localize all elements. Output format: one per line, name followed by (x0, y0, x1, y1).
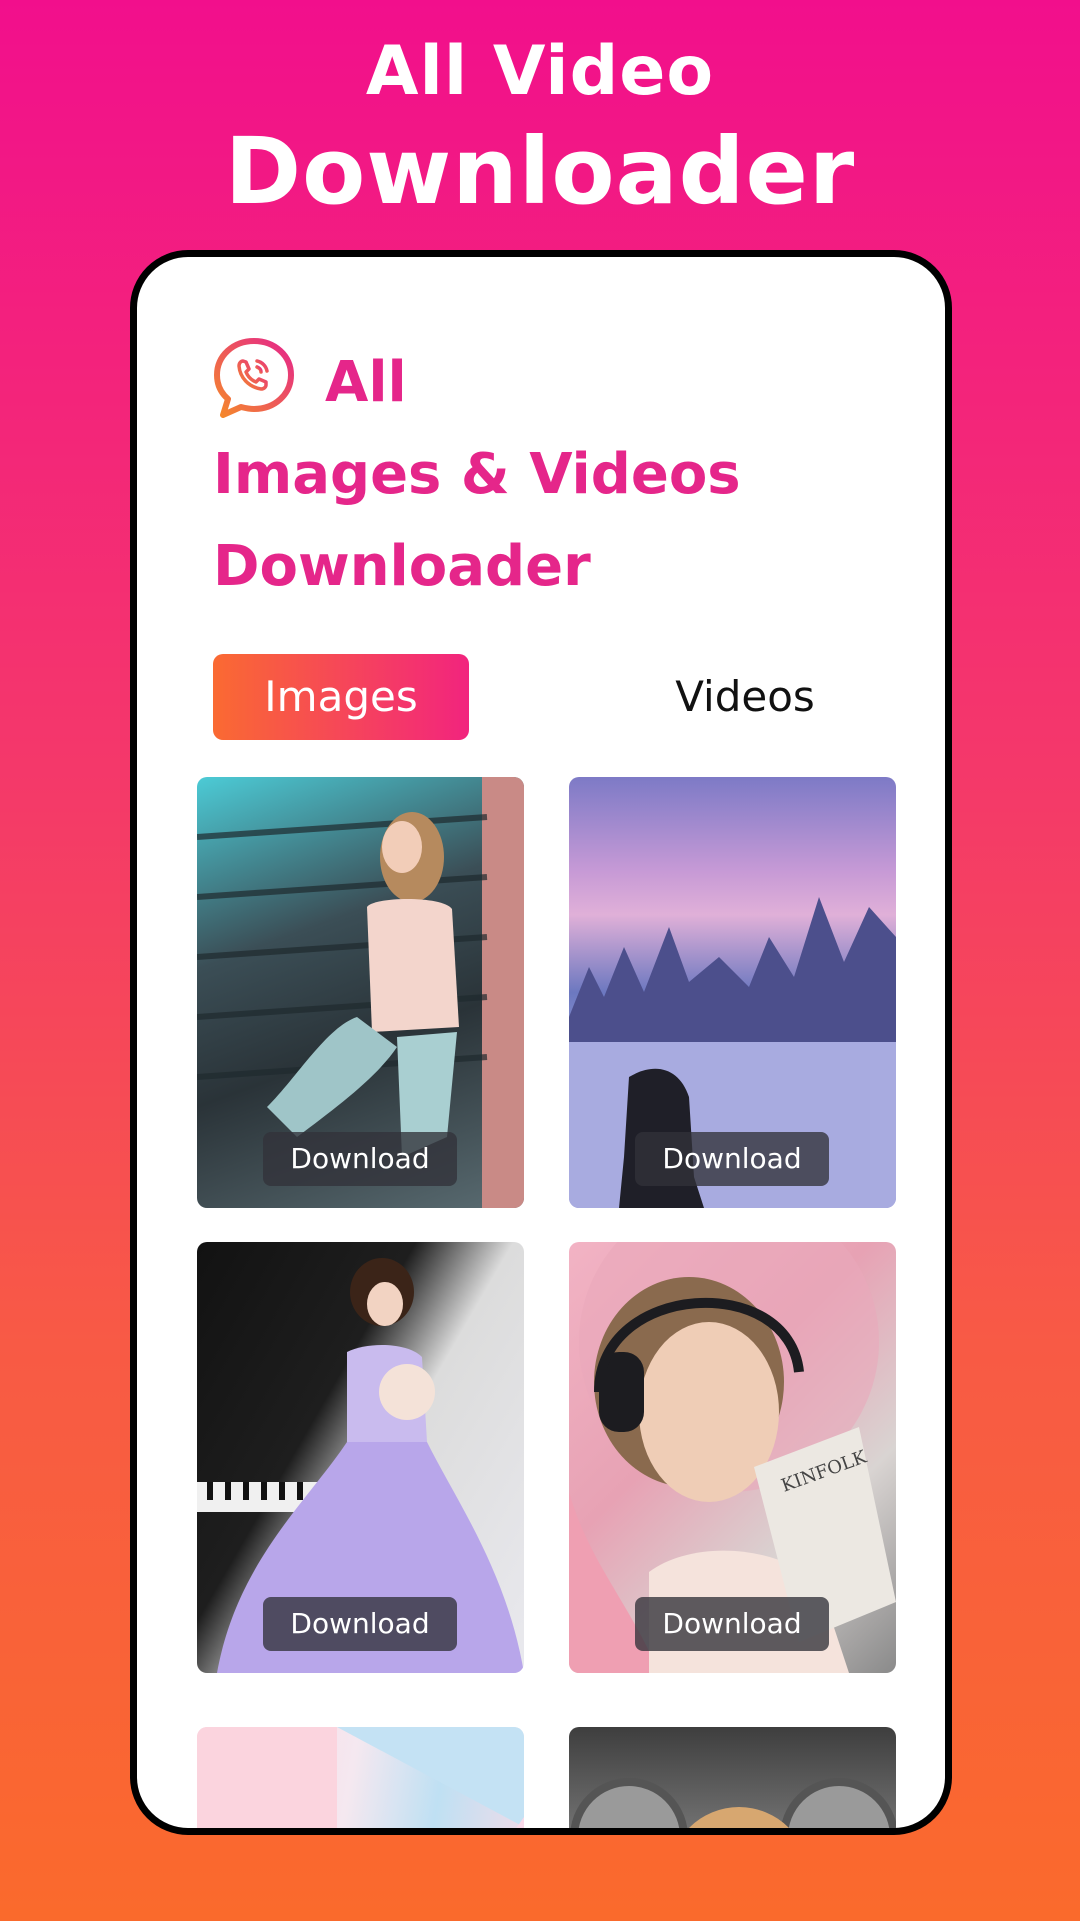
gallery-item[interactable]: Download (197, 777, 524, 1208)
gallery-item[interactable] (197, 1727, 524, 1828)
download-button[interactable]: Download (263, 1132, 457, 1186)
download-button[interactable]: Download (263, 1597, 457, 1651)
promo-title-line1: All Video (365, 32, 715, 111)
app-title: All Images & Videos Downloader (213, 337, 913, 613)
app-title-line1: All (325, 350, 407, 415)
tab-videos[interactable]: Videos (617, 654, 873, 740)
download-button[interactable]: Download (635, 1132, 829, 1186)
gallery-item[interactable] (569, 1727, 896, 1828)
image-thumbnail (197, 1727, 524, 1828)
gallery-item[interactable]: Download (569, 777, 896, 1208)
download-button[interactable]: Download (635, 1597, 829, 1651)
gallery-item[interactable]: KINFOLK Download (569, 1242, 896, 1673)
gallery-item[interactable]: Download (197, 1242, 524, 1673)
promo-title-line2: Downloader (224, 118, 856, 225)
image-thumbnail (570, 1778, 896, 1828)
phone-frame: All Images & Videos Downloader Images Vi… (130, 250, 952, 1835)
tab-images[interactable]: Images (213, 654, 469, 740)
app-title-line3: Downloader (213, 534, 591, 599)
app-title-line2: Images & Videos (213, 442, 741, 507)
